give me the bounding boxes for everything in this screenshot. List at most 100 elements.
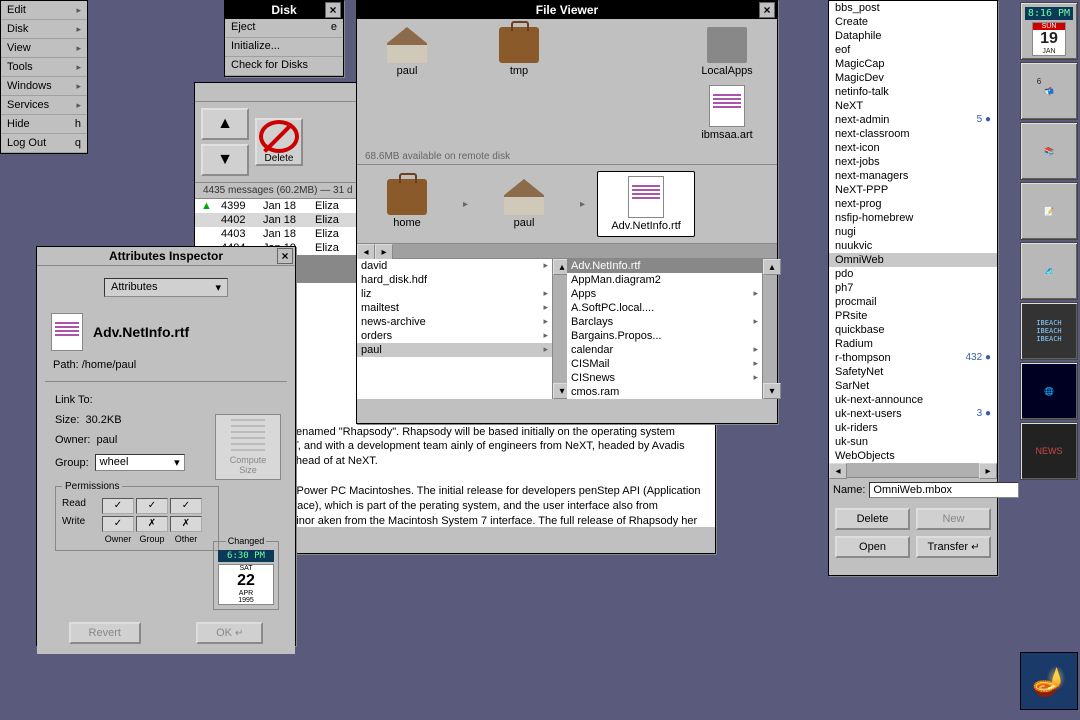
mailbox-item[interactable]: Create bbox=[829, 15, 997, 29]
browser-col-1[interactable]: david▸ hard_disk.hdf liz▸ mailtest▸ news… bbox=[357, 259, 553, 399]
mailbox-item[interactable]: NeXT bbox=[829, 99, 997, 113]
mailbox-item[interactable]: uk-sun bbox=[829, 435, 997, 449]
mailbox-item[interactable]: MagicDev bbox=[829, 71, 997, 85]
mailbox-list[interactable]: bbs_postCreateDataphileeofMagicCapMagicD… bbox=[829, 1, 997, 463]
recycler-tile[interactable]: 🪔 bbox=[1020, 652, 1078, 710]
scroll-down-icon[interactable]: ▾ bbox=[763, 383, 781, 399]
mailbox-item[interactable]: Radium bbox=[829, 337, 997, 351]
perm-read-other[interactable]: ✓ bbox=[170, 498, 202, 514]
perm-read-owner[interactable]: ✓ bbox=[102, 498, 134, 514]
path-paul[interactable]: paul bbox=[480, 179, 568, 229]
mailbox-scrollbar[interactable]: ◂ ▸ bbox=[829, 463, 997, 477]
mailbox-item[interactable]: nugi bbox=[829, 225, 997, 239]
mailbox-item[interactable]: pdo bbox=[829, 267, 997, 281]
dock-books[interactable]: 📚 bbox=[1020, 122, 1078, 180]
permissions-label: Permissions bbox=[62, 481, 122, 492]
menu-hide[interactable]: Hideh bbox=[1, 115, 87, 134]
shelf[interactable]: paul tmp LocalApps bbox=[357, 19, 777, 85]
dock-globe[interactable]: 🌐 bbox=[1020, 362, 1078, 420]
mailbox-item[interactable]: uk-next-announce bbox=[829, 393, 997, 407]
mailbox-item[interactable]: bbs_post bbox=[829, 1, 997, 15]
mailbox-item[interactable]: quickbase bbox=[829, 323, 997, 337]
perm-read-group[interactable]: ✓ bbox=[136, 498, 168, 514]
mailbox-item[interactable]: NeXT-PPP bbox=[829, 183, 997, 197]
close-icon[interactable]: × bbox=[325, 2, 341, 18]
disk-initialize[interactable]: Initialize... bbox=[225, 38, 343, 57]
scroll-left-icon[interactable]: ◂ bbox=[357, 244, 375, 260]
menu-disk[interactable]: Disk▸ bbox=[1, 20, 87, 39]
mailbox-item[interactable]: PRsite bbox=[829, 309, 997, 323]
prev-message-button[interactable]: ▲ bbox=[201, 108, 249, 140]
menu-view[interactable]: View▸ bbox=[1, 39, 87, 58]
path-scrollbar[interactable]: ◂ ▸ bbox=[357, 243, 777, 258]
group-dropdown[interactable]: wheel▾ bbox=[95, 454, 185, 471]
disk-menu-title[interactable]: Disk × bbox=[225, 1, 343, 19]
scroll-right-icon[interactable]: ▸ bbox=[375, 244, 393, 260]
file-viewer-titlebar[interactable]: File Viewer × bbox=[357, 1, 777, 19]
mailbox-item[interactable]: next-prog bbox=[829, 197, 997, 211]
menu-edit[interactable]: Edit▸ bbox=[1, 1, 87, 20]
next-message-button[interactable]: ▼ bbox=[201, 144, 249, 176]
mailbox-item[interactable]: WebObjects bbox=[829, 449, 997, 463]
mailbox-item[interactable]: nsfip-homebrew bbox=[829, 211, 997, 225]
shelf-item-tmp[interactable]: tmp bbox=[487, 27, 551, 77]
mailbox-item[interactable]: next-classroom bbox=[829, 127, 997, 141]
dock-edit[interactable]: 📝 bbox=[1020, 182, 1078, 240]
perm-write-other[interactable]: ✗ bbox=[170, 516, 202, 532]
delete-message-button[interactable]: Delete bbox=[255, 118, 303, 166]
dock-news[interactable]: NEWS bbox=[1020, 422, 1078, 480]
disk-check[interactable]: Check for Disks bbox=[225, 57, 343, 76]
mailbox-open-button[interactable]: Open bbox=[835, 536, 910, 558]
close-icon[interactable]: × bbox=[759, 2, 775, 18]
mailbox-item[interactable]: uk-next-users3 ● bbox=[829, 407, 997, 421]
menu-services[interactable]: Services▸ bbox=[1, 96, 87, 115]
browser-col-2[interactable]: Adv.NetInfo.rtf AppMan.diagram2 Apps▸ A.… bbox=[567, 259, 763, 399]
shelf-item-paul[interactable]: paul bbox=[375, 27, 439, 77]
path-home[interactable]: home bbox=[363, 179, 451, 229]
mailbox-item[interactable]: ph7 bbox=[829, 281, 997, 295]
dock-terminal[interactable]: IBEACHIBEACHIBEACH bbox=[1020, 302, 1078, 360]
mailbox-item[interactable]: r-thompson432 ● bbox=[829, 351, 997, 365]
mailbox-item[interactable]: next-icon bbox=[829, 141, 997, 155]
dock-map[interactable]: 🗺️ bbox=[1020, 242, 1078, 300]
mailbox-item[interactable]: SarNet bbox=[829, 379, 997, 393]
path-selected-file[interactable]: Adv.NetInfo.rtf bbox=[597, 171, 695, 237]
dock-mail[interactable]: 6📬 bbox=[1020, 62, 1078, 120]
mailbox-item[interactable]: next-managers bbox=[829, 169, 997, 183]
shelf-item-localapps[interactable]: LocalApps bbox=[695, 27, 759, 77]
mailbox-new-button[interactable]: New bbox=[916, 508, 991, 530]
perm-write-group[interactable]: ✗ bbox=[136, 516, 168, 532]
disk-eject[interactable]: Ejecte bbox=[225, 19, 343, 38]
perm-write-owner[interactable]: ✓ bbox=[102, 516, 134, 532]
inspector-mode-dropdown[interactable]: Attributes▾ bbox=[104, 278, 228, 297]
mailbox-item[interactable]: nuukvic bbox=[829, 239, 997, 253]
compute-size-button[interactable]: Compute Size bbox=[215, 414, 281, 480]
return-icon: ↵ bbox=[235, 628, 243, 639]
mailbox-item[interactable]: eof bbox=[829, 43, 997, 57]
menu-logout[interactable]: Log Outq bbox=[1, 134, 87, 153]
mailbox-item[interactable]: uk-riders bbox=[829, 421, 997, 435]
dock-clock[interactable]: 8:16 PM SUN 19 JAN bbox=[1020, 2, 1078, 60]
shelf-item-ibmsaa[interactable]: ibmsaa.art bbox=[695, 85, 759, 141]
close-icon[interactable]: × bbox=[277, 248, 293, 264]
menu-tools[interactable]: Tools▸ bbox=[1, 58, 87, 77]
scroll-up-icon[interactable]: ▴ bbox=[763, 259, 781, 275]
mailbox-transfer-button[interactable]: Transfer ↵ bbox=[916, 536, 991, 558]
mailbox-item[interactable]: SafetyNet bbox=[829, 365, 997, 379]
mailbox-item[interactable]: procmail bbox=[829, 295, 997, 309]
mailbox-item[interactable]: Dataphile bbox=[829, 29, 997, 43]
mailbox-item[interactable]: MagicCap bbox=[829, 57, 997, 71]
inspector-titlebar[interactable]: Attributes Inspector × bbox=[37, 247, 295, 266]
menu-windows[interactable]: Windows▸ bbox=[1, 77, 87, 96]
mailbox-item[interactable]: OmniWeb bbox=[829, 253, 997, 267]
scroll-left-icon[interactable]: ◂ bbox=[829, 463, 847, 479]
scroll-right-icon[interactable]: ▸ bbox=[979, 463, 997, 479]
mailbox-item[interactable]: next-jobs bbox=[829, 155, 997, 169]
mailbox-delete-button[interactable]: Delete bbox=[835, 508, 910, 530]
mailbox-name-input[interactable] bbox=[869, 482, 1019, 498]
chevron-down-icon: ▾ bbox=[215, 281, 221, 294]
ok-button[interactable]: OK ↵ bbox=[196, 622, 263, 644]
revert-button[interactable]: Revert bbox=[69, 622, 141, 644]
mailbox-item[interactable]: netinfo-talk bbox=[829, 85, 997, 99]
mailbox-item[interactable]: next-admin5 ● bbox=[829, 113, 997, 127]
